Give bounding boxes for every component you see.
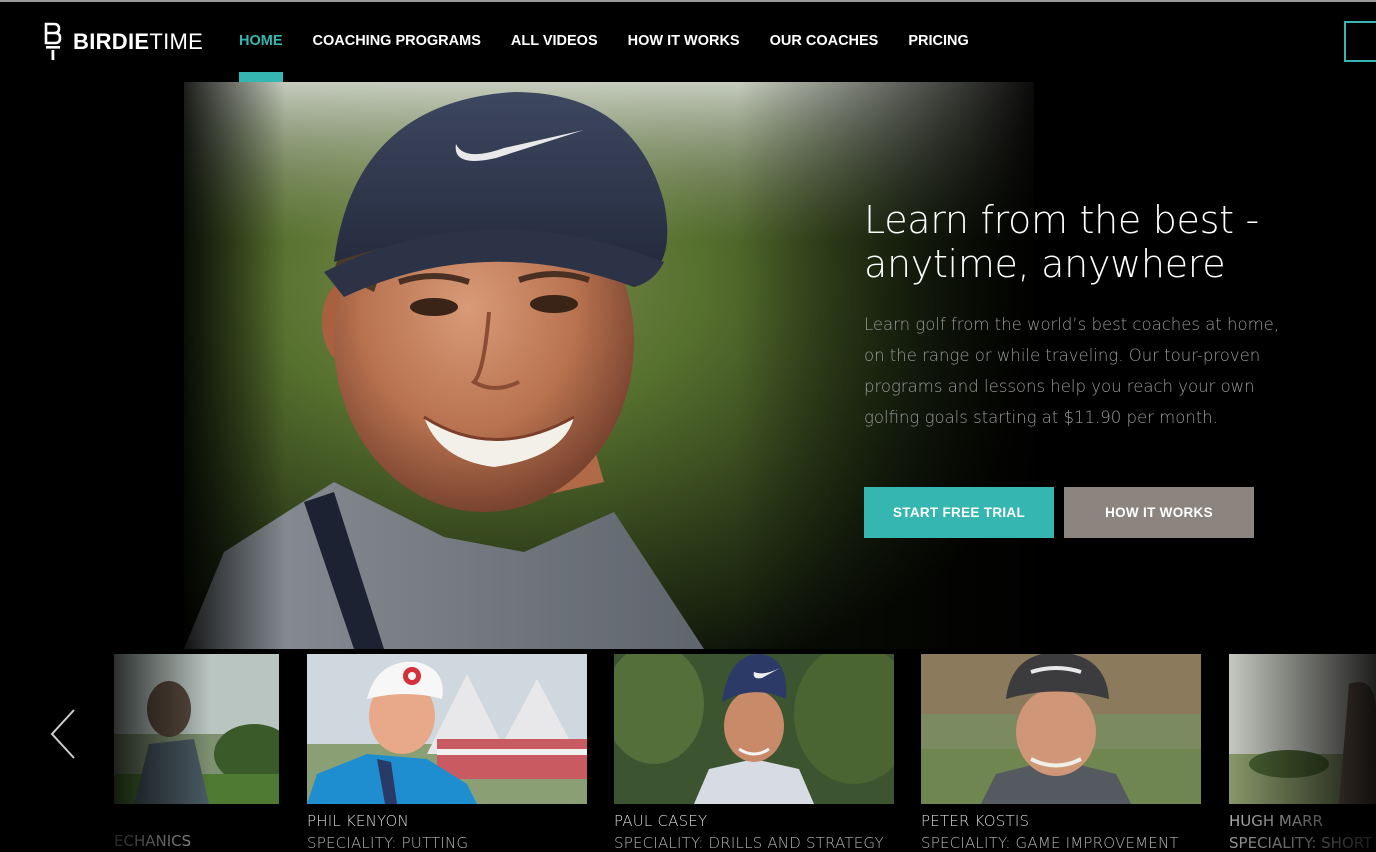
nav-all-videos[interactable]: ALL VIDEOS	[511, 2, 598, 82]
coach-speciality: SPECIALITY: PUTTING	[307, 834, 469, 852]
coach-name: HUGH MARR	[1229, 812, 1323, 830]
logo-text-bold: BIRDIE	[73, 29, 150, 54]
site-header: BIRDIE TIME HOME COACHING PROGRAMS ALL VI…	[0, 2, 1376, 82]
main-nav: HOME COACHING PROGRAMS ALL VIDEOS HOW IT…	[239, 2, 999, 82]
hero-title: Learn from the best - anytime, anywhere	[864, 198, 1324, 286]
coach-name: PETER KOSTIS	[921, 812, 1030, 830]
nav-our-coaches[interactable]: OUR COACHES	[770, 2, 879, 82]
hero-title-line-2: anytime, anywhere	[864, 242, 1226, 286]
coach-card-hugh-marr[interactable]: HUGH MARR SPECIALITY: SHORT GAME	[1229, 812, 1376, 852]
coach-card-peter-kostis[interactable]: PETER KOSTIS SPECIALITY: GAME IMPROVEMEN…	[921, 654, 1201, 852]
coach-card-partial-left[interactable]	[114, 654, 279, 804]
nav-home[interactable]: HOME	[239, 2, 283, 82]
coach-thumbnail	[614, 654, 894, 804]
coach-thumbnail	[921, 654, 1201, 804]
logo-text-light: TIME	[149, 29, 204, 54]
coach-speciality: SPECIALITY: GAME IMPROVEMENT	[921, 834, 1179, 852]
nav-coaching-programs[interactable]: COACHING PROGRAMS	[313, 2, 481, 82]
coach-speciality: SPECIALITY: SHORT GAME	[1229, 834, 1376, 852]
coach-name: PAUL CASEY	[614, 812, 708, 830]
coach-name: PHIL KENYON	[307, 812, 409, 830]
coach-card-hugh-marr-thumbnail[interactable]	[1229, 654, 1376, 804]
coach-speciality: SPECIALITY: DRILLS AND STRATEGY	[614, 834, 884, 852]
nav-how-it-works[interactable]: HOW IT WORKS	[628, 2, 740, 82]
birdietime-logo-icon	[44, 22, 62, 60]
coach-card-phil-kenyon[interactable]: PHIL KENYON SPECIALITY: PUTTING	[307, 654, 587, 852]
how-it-works-button[interactable]: HOW IT WORKS	[1064, 487, 1254, 538]
hero-title-line-1: Learn from the best -	[864, 198, 1259, 242]
nav-pricing[interactable]: PRICING	[908, 2, 968, 82]
chevron-left-icon[interactable]	[48, 708, 78, 760]
coach-partial-left-speciality: ECHANICS	[114, 832, 192, 850]
coach-thumbnail	[307, 654, 587, 804]
start-free-trial-button[interactable]: START FREE TRIAL	[864, 487, 1054, 538]
header-action-button[interactable]	[1344, 21, 1376, 62]
logo[interactable]: BIRDIE TIME	[44, 22, 203, 62]
coach-card-paul-casey[interactable]: PAUL CASEY SPECIALITY: DRILLS AND STRATE…	[614, 654, 894, 852]
hero-description: Learn golf from the world’s best coaches…	[864, 315, 1280, 427]
